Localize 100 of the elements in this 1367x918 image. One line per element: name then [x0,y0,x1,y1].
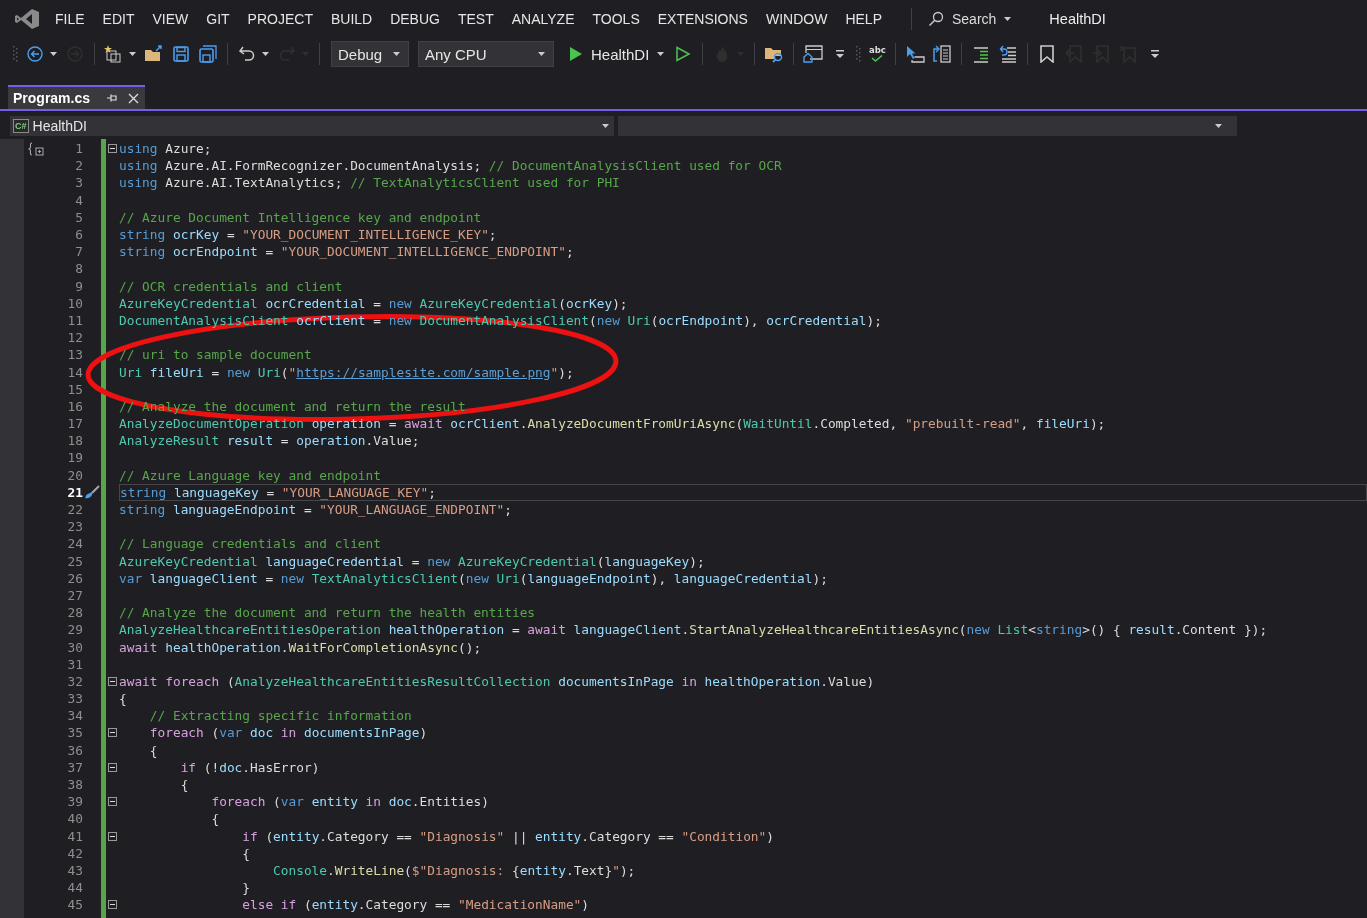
line-number: 28 [67,605,83,621]
collapse-icon[interactable] [108,676,117,686]
code-line: // Extracting specific information [148,708,412,724]
code-line: await healthOperation.WaitForCompletionAsync(); [119,639,482,655]
run-outline-icon[interactable] [675,46,692,62]
code-line: string languageEndpoint = "YOUR_LANGUAGE_ENDPOINT"; [119,502,512,518]
menu-item[interactable]: FILE [46,10,94,27]
pointer-icon[interactable] [905,45,926,63]
search-icon [928,10,944,27]
collapse-icon[interactable] [108,797,117,807]
save-all-icon[interactable] [199,45,217,63]
caret-icon[interactable] [129,52,136,56]
run-button[interactable]: HealthDI [565,42,669,66]
line-number: 14 [67,364,83,380]
menu-item[interactable]: HELP [836,10,891,27]
line-number: 45 [67,897,83,913]
line-number: 17 [67,416,83,432]
caret-icon[interactable] [50,52,57,56]
bookmark-icon[interactable] [1039,45,1056,63]
caret-icon [657,52,665,56]
open-folder-icon[interactable] [144,45,164,63]
code-line: // Language credentials and client [119,536,381,552]
menu-item[interactable]: WINDOW [756,10,837,27]
menu-item[interactable]: EXTENSIONS [648,10,757,27]
search-button[interactable]: Search [920,10,1020,27]
config-dropdown[interactable]: Any CPU [418,41,554,67]
line-number: 5 [75,209,83,225]
line-number: 35 [67,725,83,741]
code-line: // OCR credentials and client [119,278,343,294]
code-line: foreach (var entity in doc.Entities) [210,794,489,810]
pin-icon[interactable] [106,92,119,104]
collapse-icon[interactable] [108,762,117,772]
file-tab[interactable]: Program.cs [8,85,146,109]
line-number: 1 [75,141,83,157]
indent-icon[interactable] [972,45,991,63]
caret-icon[interactable] [262,52,269,56]
menu-item[interactable]: PROJECT [238,10,322,27]
undo-icon[interactable] [238,45,256,63]
menu-item[interactable]: TOOLS [583,10,649,27]
outdent-icon[interactable] [999,45,1018,63]
menu-item[interactable]: EDIT [93,10,144,27]
menu-item[interactable]: BUILD [321,10,382,27]
code-line: } [241,880,250,896]
logo-icon [14,7,40,30]
code-line: { [148,742,158,758]
line-number: 36 [67,742,83,758]
code-line: using Azure.AI.FormRecognizer.DocumentAnalysis; // DocumentAnalysisClient used for OCR [119,158,782,174]
line-number: 6 [75,227,83,243]
line-number: 24 [67,536,83,552]
swap-icon[interactable] [932,45,953,63]
menu-item[interactable]: VIEW [143,10,198,27]
braces-icon [28,141,44,156]
overflow-icon[interactable] [1150,49,1161,59]
code-line: Console.WriteLine($"Diagnosis: {entity.Text}"); [272,862,636,878]
line-number: 38 [67,777,83,793]
new-project-icon[interactable] [104,45,124,63]
collapse-icon[interactable] [108,831,117,841]
solution-title: HealthDI [1049,10,1106,27]
line-number: 33 [67,691,83,707]
code-line: AzureKeyCredential ocrCredential = new AzureKeyCredential(ocrKey); [119,295,628,311]
caret-icon [1004,16,1012,21]
menu-item[interactable]: GIT [197,10,239,27]
folder-search-icon[interactable] [764,45,785,63]
brush-icon[interactable] [84,485,100,500]
code-line: AnalyzeDocumentOperation operation = await ocrClient.AnalyzeDocumentFromUriAsync(WaitUntil.Completed, "prebuilt-read", fileUri); [119,416,1106,432]
menu-item[interactable]: DEBUG [381,10,449,27]
line-number: 44 [67,880,83,896]
code-line: AnalyzeResult result = operation.Value; [119,433,420,449]
code-line: { [119,691,127,707]
menu-item[interactable]: ANALYZE [502,10,584,27]
code-line: // uri to sample document [119,347,312,363]
code-line: await foreach (AnalyzeHealthcareEntitiesResultCollection documentsInPage in healthOperation.Value) [119,673,875,689]
code-line: using Azure.AI.TextAnalytics; // TextAnalyticsClient used for PHI [119,175,620,191]
back-icon[interactable] [26,45,44,63]
line-number: 31 [67,656,83,672]
csharp-icon: C# [13,119,29,133]
browser-icon[interactable] [803,45,824,63]
config-dropdown[interactable]: Debug [331,41,409,67]
code-line: if (!doc.HasError) [179,759,320,775]
project-dropdown[interactable]: C# HealthDI [10,116,614,136]
spellcheck-button[interactable]: abc [866,43,889,65]
line-number: 4 [75,192,83,208]
caret-icon [1215,124,1222,128]
check-icon [871,55,884,62]
line-number: 39 [67,794,83,810]
collapse-icon[interactable] [108,144,117,154]
collapse-icon[interactable] [108,900,117,910]
code-line: string ocrKey = "YOUR_DOCUMENT_INTELLIGENCE_KEY"; [119,227,497,243]
close-icon[interactable] [128,92,140,104]
toolbar-grip [855,44,862,64]
line-number: 22 [67,502,83,518]
overflow-icon[interactable] [835,49,846,59]
line-number: 19 [67,450,83,466]
code-line: using Azure; [119,141,212,157]
line-number: 9 [75,278,83,294]
collapse-icon[interactable] [108,728,117,738]
line-number: 26 [67,570,83,586]
menu-item[interactable]: TEST [448,10,503,27]
save-icon[interactable] [172,45,190,63]
code-line: Uri fileUri = new Uri("https://samplesite.com/sample.png"); [119,364,574,380]
